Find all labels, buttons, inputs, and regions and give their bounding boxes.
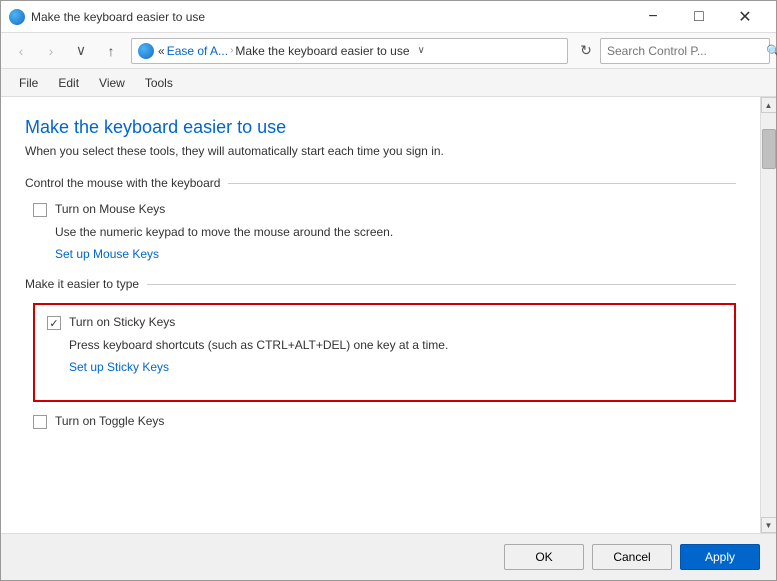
mouse-keys-option: Turn on Mouse Keys	[25, 202, 736, 217]
refresh-button[interactable]: ↻	[574, 39, 598, 63]
menu-tools[interactable]: Tools	[135, 72, 183, 94]
window-title: Make the keyboard easier to use	[31, 10, 205, 24]
scroll-up-arrow[interactable]: ▲	[761, 97, 777, 113]
window-icon	[9, 9, 25, 25]
search-icon: 🔍	[766, 44, 777, 58]
address-bar: « Ease of A... › Make the keyboard easie…	[131, 38, 568, 64]
sticky-keys-option: ✓ Turn on Sticky Keys	[47, 315, 722, 330]
section2-label: Make it easier to type	[25, 277, 139, 291]
forward-button[interactable]: ›	[37, 37, 65, 65]
cancel-button[interactable]: Cancel	[592, 544, 672, 570]
scroll-thumb[interactable]	[762, 129, 776, 169]
search-input[interactable]	[607, 44, 762, 58]
breadcrumb-separator: ›	[230, 45, 233, 56]
nav-bar: ‹ › ∨ ↑ « Ease of A... › Make the keyboa…	[1, 33, 776, 69]
section1-line	[228, 183, 736, 184]
content-area: Make the keyboard easier to use When you…	[1, 97, 760, 533]
minimize-button[interactable]: −	[630, 1, 676, 33]
address-dropdown-arrow[interactable]: ∨	[418, 45, 425, 56]
back-button[interactable]: ‹	[7, 37, 35, 65]
section1-header: Control the mouse with the keyboard	[25, 176, 736, 190]
maximize-button[interactable]: □	[676, 1, 722, 33]
dropdown-button[interactable]: ∨	[67, 37, 95, 65]
toggle-keys-label: Turn on Toggle Keys	[55, 414, 164, 428]
sticky-keys-checkbox[interactable]: ✓	[47, 316, 61, 330]
scrollbar[interactable]: ▲ ▼	[760, 97, 776, 533]
sticky-keys-description: Press keyboard shortcuts (such as CTRL+A…	[47, 338, 722, 352]
breadcrumb: « Ease of A... › Make the keyboard easie…	[158, 44, 410, 58]
apply-button[interactable]: Apply	[680, 544, 760, 570]
scroll-down-arrow[interactable]: ▼	[761, 517, 777, 533]
search-box: 🔍	[600, 38, 770, 64]
mouse-keys-link[interactable]: Set up Mouse Keys	[25, 247, 736, 261]
section2-line	[147, 284, 736, 285]
ok-button[interactable]: OK	[504, 544, 584, 570]
title-bar: Make the keyboard easier to use − □ ✕	[1, 1, 776, 33]
button-bar: OK Cancel Apply	[1, 533, 776, 580]
sticky-keys-link[interactable]: Set up Sticky Keys	[47, 360, 722, 374]
check-mark: ✓	[49, 317, 58, 330]
breadcrumb-prefix: «	[158, 44, 165, 58]
page-title: Make the keyboard easier to use	[25, 117, 736, 138]
toggle-keys-option: Turn on Toggle Keys	[25, 414, 736, 429]
mouse-keys-checkbox[interactable]	[33, 203, 47, 217]
breadcrumb-current: Make the keyboard easier to use	[235, 44, 409, 58]
menu-bar: File Edit View Tools	[1, 69, 776, 97]
page-subtitle: When you select these tools, they will a…	[25, 144, 736, 158]
sticky-keys-label: Turn on Sticky Keys	[69, 315, 175, 329]
toggle-keys-checkbox[interactable]	[33, 415, 47, 429]
main-window: Make the keyboard easier to use − □ ✕ ‹ …	[0, 0, 777, 581]
section2-header: Make it easier to type	[25, 277, 736, 291]
mouse-keys-description: Use the numeric keypad to move the mouse…	[25, 225, 736, 239]
menu-edit[interactable]: Edit	[48, 72, 89, 94]
breadcrumb-parent[interactable]: Ease of A...	[167, 44, 228, 58]
menu-view[interactable]: View	[89, 72, 135, 94]
up-button[interactable]: ↑	[97, 37, 125, 65]
mouse-keys-label: Turn on Mouse Keys	[55, 202, 165, 216]
close-button[interactable]: ✕	[722, 1, 768, 33]
title-bar-left: Make the keyboard easier to use	[9, 9, 205, 25]
address-icon	[138, 43, 154, 59]
title-bar-controls: − □ ✕	[630, 1, 768, 33]
sticky-keys-highlighted: ✓ Turn on Sticky Keys Press keyboard sho…	[33, 303, 736, 402]
section1-label: Control the mouse with the keyboard	[25, 176, 220, 190]
menu-file[interactable]: File	[9, 72, 48, 94]
content-wrapper: Make the keyboard easier to use When you…	[1, 97, 776, 533]
